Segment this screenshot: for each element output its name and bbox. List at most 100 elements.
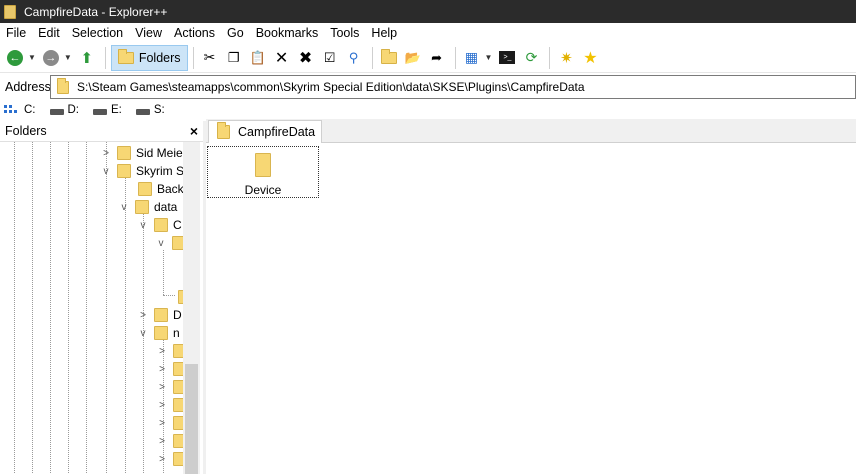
network-icon[interactable] <box>4 105 18 115</box>
window-title: CampfireData - Explorer++ <box>24 4 168 19</box>
drive-label: C: <box>24 104 36 116</box>
toolbar: ← ▼ → ▼ ⬆ Folders ✂ ❐ 📋 ✕ ✖ ☑ ⚲ 📂 ➦ ▦ ▼ … <box>0 43 856 73</box>
toolbar-separator <box>192 46 194 69</box>
drive-c[interactable]: C: <box>24 104 36 116</box>
drive-s[interactable]: S: <box>135 104 165 116</box>
add-bookmark-button[interactable]: ✷ <box>555 45 577 71</box>
properties-icon: ☑ <box>323 49 336 65</box>
tree-node[interactable]: v Skyrim S <box>101 162 184 180</box>
bold-x-icon: ✖ <box>298 49 313 67</box>
tree-node[interactable]: v C <box>138 216 182 234</box>
drive-e[interactable]: E: <box>93 104 122 116</box>
refresh-button[interactable]: ⟳ <box>520 45 542 71</box>
folder-icon <box>138 182 152 196</box>
delete-permanently-button[interactable]: ✖ <box>295 45 317 71</box>
tree-node[interactable]: v data <box>119 198 177 216</box>
forward-button[interactable]: → <box>40 45 62 71</box>
scrollbar-thumb[interactable] <box>185 364 198 474</box>
file-list-view[interactable]: Device <box>206 143 856 474</box>
chevron-right-icon[interactable]: > <box>157 346 167 357</box>
tree-node[interactable]: Back <box>122 180 184 198</box>
cut-button[interactable]: ✂ <box>199 45 221 71</box>
grid-view-icon: ▦ <box>464 49 479 65</box>
views-button[interactable]: ▦ <box>461 45 483 71</box>
folder-icon <box>57 77 69 94</box>
tree-guide-line <box>125 178 126 474</box>
menu-file[interactable]: File <box>0 23 32 43</box>
new-folder-button[interactable] <box>378 45 400 71</box>
address-label: Address <box>5 80 51 94</box>
up-button[interactable]: ⬆ <box>76 45 98 71</box>
file-item-device[interactable]: Device <box>207 146 319 198</box>
toolbar-separator <box>549 46 551 69</box>
tree-node-label: n <box>173 326 180 340</box>
back-history-dropdown-icon[interactable]: ▼ <box>28 53 36 62</box>
menu-help[interactable]: Help <box>365 23 403 43</box>
menu-tools[interactable]: Tools <box>324 23 365 43</box>
menu-view[interactable]: View <box>129 23 168 43</box>
properties-button[interactable]: ☑ <box>319 45 341 71</box>
command-prompt-button[interactable]: >_ <box>496 45 518 71</box>
back-arrow-icon: ← <box>7 49 23 66</box>
copy-button[interactable]: ❐ <box>223 45 245 71</box>
chevron-right-icon[interactable]: > <box>157 400 167 411</box>
title-bar: CampfireData - Explorer++ <box>0 0 856 23</box>
chevron-right-icon[interactable]: > <box>157 382 167 393</box>
drive-label: S: <box>153 104 165 116</box>
address-path: S:\Steam Games\steamapps\common\Skyrim S… <box>77 80 585 94</box>
tree-node-label: data <box>154 200 178 214</box>
search-icon: ⚲ <box>348 49 359 65</box>
tree-guide-line <box>143 214 144 474</box>
copy-icon: ❐ <box>227 49 240 65</box>
up-folder-icon: ⬆ <box>80 49 94 67</box>
tree-node[interactable]: v n <box>138 324 180 342</box>
chevron-right-icon[interactable]: > <box>157 454 167 465</box>
menu-edit[interactable]: Edit <box>32 23 66 43</box>
folder-tree[interactable]: > Sid Meie v Skyrim S Back v data v C v … <box>0 141 203 474</box>
chevron-down-icon[interactable]: v <box>101 166 111 177</box>
menu-actions[interactable]: Actions <box>168 23 221 43</box>
menu-go[interactable]: Go <box>221 23 250 43</box>
folder-icon <box>117 146 131 160</box>
chevron-down-icon[interactable]: v <box>138 328 148 339</box>
folder-icon <box>154 218 168 232</box>
bookmarks-button[interactable]: ★ <box>579 45 601 71</box>
chevron-right-icon[interactable]: > <box>138 310 148 321</box>
chevron-down-icon[interactable]: v <box>119 202 129 213</box>
paste-button[interactable]: 📋 <box>247 45 269 71</box>
chevron-down-icon[interactable]: v <box>138 220 148 231</box>
chevron-right-icon[interactable]: > <box>157 436 167 447</box>
tree-guide-line <box>68 142 69 474</box>
folder-icon <box>117 48 134 64</box>
toolbar-separator <box>371 46 373 69</box>
folders-toggle-button[interactable]: Folders <box>110 44 188 71</box>
tree-node-label: Back <box>157 182 184 196</box>
drive-label: E: <box>111 104 122 116</box>
menu-bookmarks[interactable]: Bookmarks <box>250 23 325 43</box>
tree-node[interactable]: > D <box>138 306 182 324</box>
chevron-down-icon[interactable]: v <box>156 238 166 249</box>
move-to-button[interactable]: ➦ <box>426 45 448 71</box>
address-bar: Address S:\Steam Games\steamapps\common\… <box>0 75 856 99</box>
copy-to-button[interactable]: 📂 <box>402 45 424 71</box>
tree-scrollbar[interactable] <box>183 142 200 474</box>
command-prompt-icon: >_ <box>499 51 516 64</box>
chevron-right-icon[interactable]: > <box>157 364 167 375</box>
back-button[interactable]: ← <box>4 45 26 71</box>
tree-node-label: Sid Meie <box>136 146 183 160</box>
address-input[interactable]: S:\Steam Games\steamapps\common\Skyrim S… <box>50 75 856 99</box>
drive-d[interactable]: D: <box>49 104 79 116</box>
views-dropdown-icon[interactable]: ▼ <box>485 53 493 62</box>
search-button[interactable]: ⚲ <box>343 45 365 71</box>
close-icon[interactable]: × <box>190 123 198 139</box>
menu-selection[interactable]: Selection <box>66 23 129 43</box>
star-icon: ★ <box>583 49 598 67</box>
drives-bar: C: D: E: S: <box>0 101 856 119</box>
delete-button[interactable]: ✕ <box>271 45 293 71</box>
forward-history-dropdown-icon[interactable]: ▼ <box>64 53 72 62</box>
chevron-right-icon[interactable]: > <box>101 148 111 159</box>
folder-icon <box>117 164 131 178</box>
tab-campfiredata[interactable]: CampfireData <box>208 120 323 143</box>
tree-node[interactable]: > Sid Meie <box>101 144 183 162</box>
chevron-right-icon[interactable]: > <box>157 418 167 429</box>
